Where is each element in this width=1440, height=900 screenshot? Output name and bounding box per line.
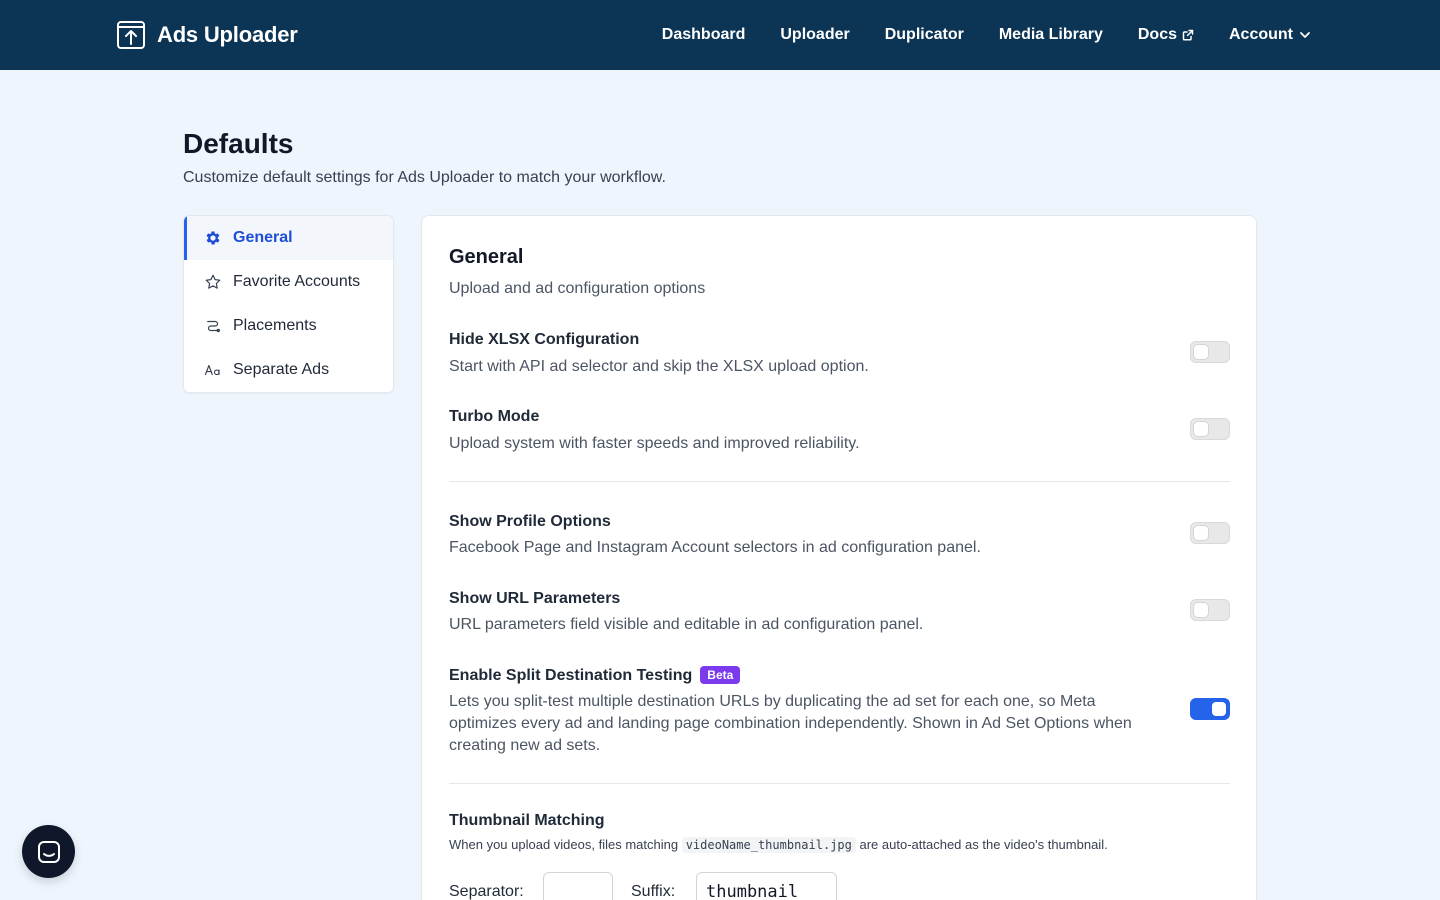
gear-icon xyxy=(206,231,220,245)
separator-label: Separator: xyxy=(449,883,524,900)
show-url-parameters-toggle[interactable] xyxy=(1190,599,1230,621)
option-title: Hide XLSX Configuration xyxy=(449,331,640,348)
upload-box-icon xyxy=(117,21,145,49)
brand[interactable]: Ads Uploader xyxy=(116,20,298,50)
hide-xlsx-toggle[interactable] xyxy=(1190,341,1230,363)
route-icon xyxy=(207,320,220,333)
section-description: Upload and ad configuration options xyxy=(449,280,706,297)
general-settings-card: General Upload and ad configuration opti… xyxy=(421,215,1257,900)
option-description: Upload system with faster speeds and imp… xyxy=(449,435,860,452)
toggle-knob xyxy=(1194,422,1208,436)
description-text: When you upload videos, files matching xyxy=(449,837,679,852)
toggle-knob xyxy=(1194,603,1208,617)
sidebar-item-placements[interactable]: Placements xyxy=(184,304,393,348)
text-case-icon xyxy=(204,364,220,376)
star-icon xyxy=(205,274,221,289)
toggle-knob xyxy=(1194,345,1208,359)
settings-sidebar: General Favorite Accounts Placements Sep… xyxy=(183,215,394,393)
option-title: Show Profile Options xyxy=(449,513,611,530)
sidebar-item-label: Placements xyxy=(233,317,317,334)
option-description: Lets you split-test multiple destination… xyxy=(449,693,1132,754)
filename-pattern-code: videoName_thumbnail.jpg xyxy=(681,837,856,853)
option-title: Show URL Parameters xyxy=(449,590,621,607)
nav-duplicator[interactable]: Duplicator xyxy=(885,26,964,44)
divider xyxy=(449,783,1230,784)
divider xyxy=(449,481,1230,482)
thumbnail-matching-description: When you upload videos, files matching v… xyxy=(449,837,1108,853)
section-title: General xyxy=(449,246,524,268)
suffix-label: Suffix: xyxy=(631,883,676,900)
sidebar-item-label: General xyxy=(233,229,293,246)
option-description: Facebook Page and Instagram Account sele… xyxy=(449,539,981,556)
sidebar-item-separate-ads[interactable]: Separate Ads xyxy=(184,348,393,392)
option-description: Start with API ad selector and skip the … xyxy=(449,358,869,375)
nav-uploader[interactable]: Uploader xyxy=(780,26,849,44)
nav-docs-label: Docs xyxy=(1137,26,1177,43)
option-description: URL parameters field visible and editabl… xyxy=(449,616,924,633)
nav-dashboard[interactable]: Dashboard xyxy=(662,26,746,44)
option-title-row: Enable Split Destination Testing Beta xyxy=(449,666,741,685)
separator-input[interactable] xyxy=(543,872,613,900)
chat-icon xyxy=(37,840,60,863)
top-navigation-bar: Ads Uploader Dashboard Uploader Duplicat… xyxy=(0,0,1440,70)
nav-docs[interactable]: Docs xyxy=(1138,26,1194,44)
thumbnail-matching-title: Thumbnail Matching xyxy=(449,812,605,829)
sidebar-item-general[interactable]: General xyxy=(184,216,393,260)
page-subtitle: Customize default settings for Ads Uploa… xyxy=(183,169,666,186)
toggle-knob xyxy=(1194,526,1208,540)
beta-badge: Beta xyxy=(700,666,741,684)
toggle-knob xyxy=(1212,702,1226,716)
sidebar-item-favorite-accounts[interactable]: Favorite Accounts xyxy=(184,260,393,304)
chevron-down-icon xyxy=(1300,32,1310,38)
main-nav: Dashboard Uploader Duplicator Media Libr… xyxy=(627,0,1312,70)
turbo-mode-toggle[interactable] xyxy=(1190,418,1230,440)
option-title: Turbo Mode xyxy=(449,408,540,425)
chat-support-button[interactable] xyxy=(22,825,75,878)
nav-media-library[interactable]: Media Library xyxy=(999,26,1103,44)
show-profile-options-toggle[interactable] xyxy=(1190,522,1230,544)
page-title: Defaults xyxy=(183,128,294,159)
nav-account-label: Account xyxy=(1229,26,1293,43)
sidebar-item-label: Favorite Accounts xyxy=(233,273,361,290)
split-destination-testing-toggle[interactable] xyxy=(1190,698,1230,720)
app-name: Ads Uploader xyxy=(157,22,298,47)
description-text: are auto-attached as the video's thumbna… xyxy=(859,837,1108,852)
nav-account[interactable]: Account xyxy=(1229,26,1312,44)
option-title: Enable Split Destination Testing xyxy=(449,667,693,684)
suffix-input[interactable]: thumbnail xyxy=(696,872,837,900)
external-link-icon xyxy=(1182,29,1194,41)
sidebar-item-label: Separate Ads xyxy=(233,361,330,378)
